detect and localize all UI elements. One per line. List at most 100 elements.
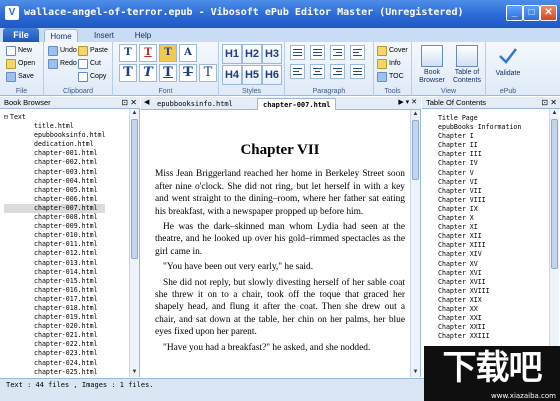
editor-pane[interactable]: Chapter VII Miss Jean Briggerland reache… (141, 110, 421, 377)
tree-file-item[interactable]: chapter-022.html (4, 340, 105, 349)
toc-controls[interactable]: ⊡ ✕ (541, 97, 557, 109)
tree-file-item[interactable]: chapter-016.html (4, 286, 105, 295)
tree-root[interactable]: ⊟ Text (4, 113, 105, 122)
font-size-button[interactable]: A (179, 44, 197, 62)
toc-entry[interactable]: Chapter VI (438, 178, 521, 187)
toc-entry[interactable]: Chapter IV (438, 159, 521, 168)
toc-button[interactable]: TOC (377, 71, 404, 83)
toc-entry[interactable]: Chapter XIV (438, 250, 521, 259)
heading-6-button[interactable]: H6 (262, 65, 282, 85)
strikethrough-button[interactable]: T (179, 64, 197, 82)
heading-5-button[interactable]: H5 (242, 65, 262, 85)
highlight-button[interactable]: T (159, 44, 177, 62)
font-color-button[interactable]: T (139, 44, 157, 62)
toc-entry[interactable]: epubBooks Information (438, 123, 521, 132)
heading-1-button[interactable]: H1 (222, 44, 242, 64)
doc-tab-chapter-007[interactable]: chapter-007.html (257, 98, 337, 110)
tree-file-item[interactable]: dedication.html (4, 140, 105, 149)
tree-file-item[interactable]: chapter-012.html (4, 249, 105, 258)
book-browser-view-button[interactable]: Book Browser (415, 45, 449, 85)
scroll-thumb[interactable] (131, 119, 138, 259)
tab-help[interactable]: Help (128, 29, 158, 42)
cover-button[interactable]: Cover (377, 45, 408, 57)
tree-file-item[interactable]: chapter-013.html (4, 259, 105, 268)
tree-file-item[interactable]: chapter-017.html (4, 295, 105, 304)
plain-text-button[interactable]: T (199, 64, 217, 82)
toc-entry[interactable]: Chapter XXIII (438, 332, 521, 341)
file-menu-button[interactable]: File (3, 28, 39, 42)
editor-scrollbar[interactable]: ▲ ▼ (410, 110, 420, 377)
numbered-list-button[interactable] (310, 45, 325, 60)
toc-scrollbar[interactable]: ▲ (549, 109, 559, 377)
bold-button[interactable]: T (119, 64, 137, 82)
tree-file-item[interactable]: chapter-014.html (4, 268, 105, 277)
tree-file-item[interactable]: chapter-023.html (4, 349, 105, 358)
tree-file-item[interactable]: chapter-009.html (4, 222, 105, 231)
copy-button[interactable]: Copy (78, 71, 106, 83)
paste-button[interactable]: Paste (78, 45, 108, 57)
toc-entry[interactable]: Chapter X (438, 214, 521, 223)
toc-entry[interactable]: Chapter V (438, 169, 521, 178)
toc-entry[interactable]: Chapter XVIII (438, 287, 521, 296)
outdent-button[interactable] (330, 45, 345, 60)
tree-file-item[interactable]: title.html (4, 122, 105, 131)
tree-file-item[interactable]: chapter-002.html (4, 158, 105, 167)
toc-entry[interactable]: Chapter II (438, 141, 521, 150)
new-button[interactable]: New (6, 45, 32, 57)
toc-entry[interactable]: Chapter XI (438, 223, 521, 232)
tab-home[interactable]: Home (44, 29, 78, 42)
tree-file-item[interactable]: chapter-021.html (4, 331, 105, 340)
scroll-down-arrow[interactable]: ▼ (411, 368, 420, 377)
toc-entry[interactable]: Chapter XXI (438, 314, 521, 323)
toc-view-button[interactable]: Table of Contents (450, 45, 484, 85)
toc-entry[interactable]: Chapter I (438, 132, 521, 141)
tree-file-item[interactable]: chapter-025.html (4, 368, 105, 377)
tree-file-item[interactable]: epubbooksinfo.html (4, 131, 105, 140)
tree-file-item[interactable]: chapter-015.html (4, 277, 105, 286)
tree-file-item[interactable]: chapter-011.html (4, 240, 105, 249)
open-button[interactable]: Open (6, 58, 35, 70)
tree-file-item[interactable]: chapter-004.html (4, 177, 105, 186)
toc-entry[interactable]: Chapter VIII (438, 196, 521, 205)
toc-entry[interactable]: Chapter IX (438, 205, 521, 214)
toc-entry[interactable]: Chapter XV (438, 260, 521, 269)
scroll-up-arrow[interactable]: ▲ (550, 109, 559, 118)
tree-file-item[interactable]: chapter-003.html (4, 168, 105, 177)
tree-file-item[interactable]: chapter-010.html (4, 231, 105, 240)
toc-entry[interactable]: Chapter XIII (438, 241, 521, 250)
toc-entry[interactable]: Chapter VII (438, 187, 521, 196)
book-browser-scrollbar[interactable]: ▲ ▼ (129, 109, 139, 377)
tab-insert[interactable]: Insert (86, 29, 122, 42)
tree-file-item[interactable]: chapter-006.html (4, 195, 105, 204)
toc-entry[interactable]: Title Page (438, 114, 521, 123)
tree-file-item[interactable]: chapter-005.html (4, 186, 105, 195)
tab-scroll-right-icon[interactable]: ▶ ▾ ✕ (398, 98, 417, 106)
close-button[interactable]: ✕ (540, 5, 557, 21)
bullet-list-button[interactable] (290, 45, 305, 60)
doc-tab-epubbooksinfo[interactable]: epubbooksinfo.html (152, 98, 238, 110)
cut-button[interactable]: Cut (78, 58, 101, 70)
tree-file-item[interactable]: chapter-001.html (4, 149, 105, 158)
text-color-button[interactable]: T (119, 44, 137, 62)
scroll-thumb[interactable] (412, 120, 419, 180)
tree-file-item[interactable]: chapter-008.html (4, 213, 105, 222)
validate-button[interactable]: Validate (489, 45, 527, 78)
scroll-thumb[interactable] (551, 119, 558, 269)
document-page[interactable]: Chapter VII Miss Jean Briggerland reache… (155, 122, 405, 357)
collapse-icon[interactable]: ⊟ (4, 113, 8, 122)
tree-file-item[interactable]: chapter-019.html (4, 313, 105, 322)
info-button[interactable]: Info (377, 58, 401, 70)
toc-entry[interactable]: Chapter XII (438, 232, 521, 241)
heading-3-button[interactable]: H3 (262, 44, 282, 64)
toc-entry[interactable]: Chapter III (438, 150, 521, 159)
scroll-up-arrow[interactable]: ▲ (130, 109, 139, 118)
toc-entry[interactable]: Chapter XXII (438, 323, 521, 332)
book-browser-controls[interactable]: ⊡ ✕ (121, 97, 137, 109)
heading-2-button[interactable]: H2 (242, 44, 262, 64)
align-left-button[interactable] (290, 64, 305, 79)
tab-scroll-left-icon[interactable]: ◀ (144, 98, 149, 106)
minimize-button[interactable]: _ (506, 5, 523, 21)
undo-button[interactable]: Undo (48, 45, 77, 57)
justify-button[interactable] (350, 64, 365, 79)
toc-entry[interactable]: Chapter XVII (438, 278, 521, 287)
